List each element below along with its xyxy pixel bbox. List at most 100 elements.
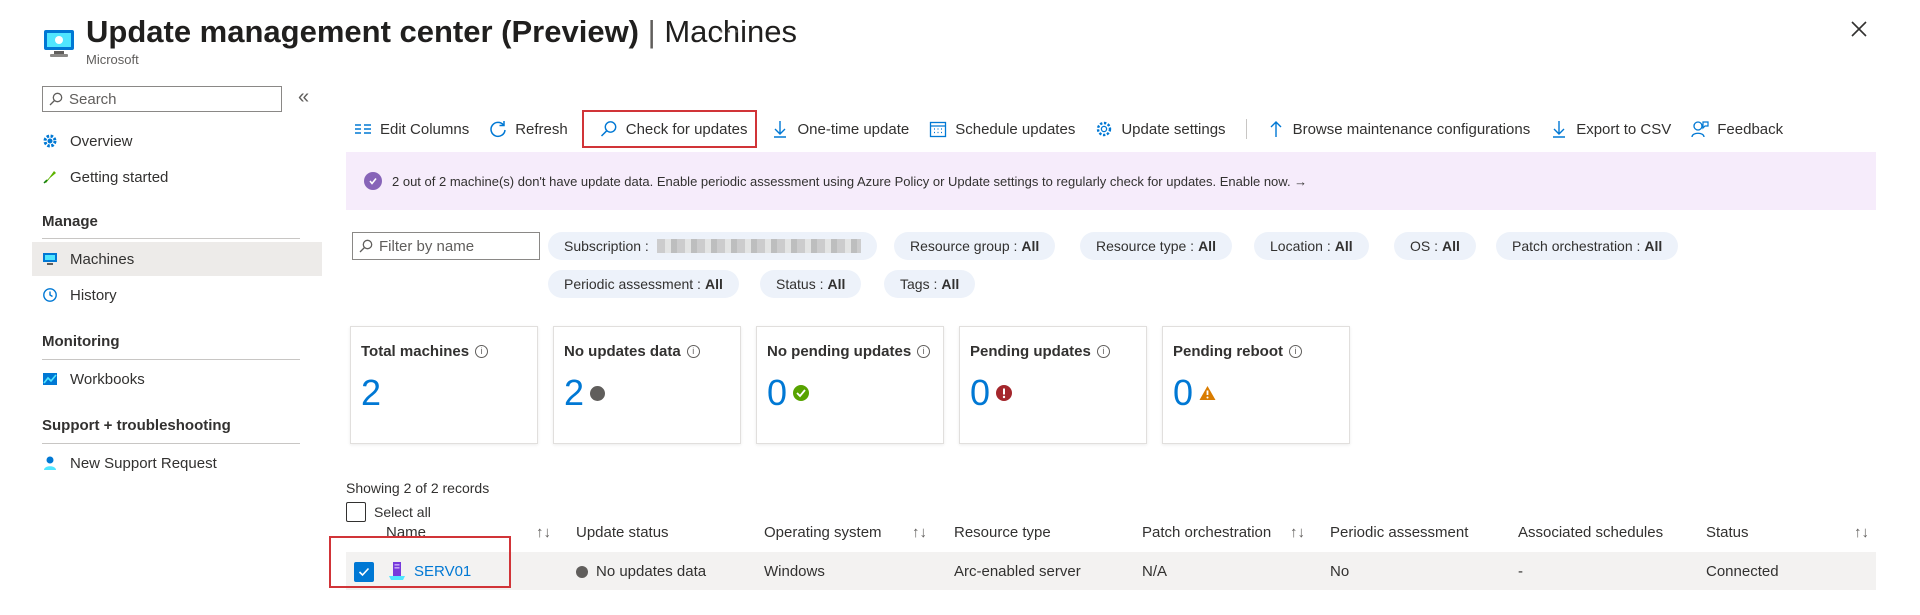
export-to-csv-button[interactable]: Export to CSV [1550,120,1671,138]
sidebar-section-support: Support + troubleshooting [42,417,231,434]
pill-value: All [1442,238,1460,254]
card-total-machines[interactable]: Total machines i 2 [350,326,538,444]
info-icon: i [475,345,489,358]
filter-placeholder: Filter by name [379,237,475,255]
card-no-pending-updates[interactable]: No pending updates i 0 [756,326,944,444]
one-time-update-label: One-time update [797,120,910,138]
service-title: Update management center (Preview) [86,14,640,49]
edit-columns-button[interactable]: Edit Columns [354,120,469,138]
filter-pill-patch-orchestration[interactable]: Patch orchestration : All [1496,232,1679,260]
info-icon: i [917,345,931,358]
browse-maintenance-configurations-button[interactable]: Browse maintenance configurations [1267,120,1530,138]
pill-label: Location : [1270,238,1331,254]
sidebar-item-workbooks[interactable]: Workbooks [32,362,322,396]
check-for-updates-button[interactable]: Check for updates [581,110,758,148]
feedback-person-icon [1691,121,1709,138]
redacted-subscription-value [656,239,861,253]
search-icon [600,121,617,137]
card-value: 0 [970,372,991,413]
rocket-icon [43,171,56,184]
card-value: 0 [1173,372,1194,413]
column-header-operating-system[interactable]: Operating system [764,524,882,541]
sidebar-item-label: Machines [70,250,135,268]
filter-pill-periodic-assessment[interactable]: Periodic assessment : All [548,270,739,298]
refresh-button[interactable]: Refresh [489,120,568,138]
sidebar-item-label: History [70,286,117,304]
pill-label: Patch orchestration : [1512,238,1641,254]
schedule-updates-button[interactable]: Schedule updates [929,120,1075,138]
sidebar-item-machines[interactable]: Machines [32,242,322,276]
arrow-up-icon [1270,121,1282,137]
info-banner[interactable]: 2 out of 2 machine(s) don't have update … [346,152,1876,210]
select-all-label: Select all [374,504,431,520]
filter-pill-os[interactable]: OS : All [1394,232,1476,260]
feedback-button[interactable]: Feedback [1691,120,1783,138]
title-separator: | [647,14,656,49]
card-pending-updates[interactable]: Pending updates i 0 [959,326,1147,444]
command-bar: Edit Columns Refresh Check for updates O… [354,110,1803,148]
sort-icon[interactable]: ↑↓ [536,524,551,541]
sidebar-item-new-support-request[interactable]: New Support Request [32,446,322,480]
pill-value: All [704,276,723,292]
update-settings-button[interactable]: Update settings [1095,120,1226,138]
filter-by-name-input[interactable]: Filter by name [352,232,540,260]
column-header-periodic-assessment[interactable]: Periodic assessment [1330,524,1468,541]
pill-label: Resource group : [910,238,1018,254]
filter-pill-resource-group[interactable]: Resource group : All [894,232,1056,260]
filter-pill-subscription[interactable]: Subscription : [548,232,877,260]
column-header-resource-type[interactable]: Resource type [954,524,1051,541]
filter-pill-tags[interactable]: Tags : All [884,270,976,298]
pill-label: Tags : [900,276,938,292]
pill-label: Subscription : [564,238,649,254]
column-header-associated-schedules[interactable]: Associated schedules [1518,524,1663,541]
refresh-icon [490,121,506,138]
pill-label: OS : [1410,238,1439,254]
clock-icon [43,288,57,302]
one-time-update-button[interactable]: One-time update [771,120,909,138]
workbook-icon [43,373,57,385]
search-icon [49,92,63,106]
pill-label: Periodic assessment : [564,276,701,292]
column-header-update-status[interactable]: Update status [576,524,669,541]
download-arrow-icon [774,121,787,138]
sidebar-item-history[interactable]: History [32,278,322,312]
filter-pill-location[interactable]: Location : All [1254,232,1369,260]
column-header-status[interactable]: Status [1706,524,1749,541]
card-pending-reboot[interactable]: Pending reboot i 0 [1162,326,1350,444]
pill-value: All [1198,238,1216,254]
sort-icon[interactable]: ↑↓ [1290,524,1305,541]
status-cell: Connected [1706,563,1779,580]
toolbar-divider [1245,119,1247,139]
sidebar-item-overview[interactable]: Overview [32,124,322,158]
update-center-icon [44,30,74,57]
column-header-patch-orchestration[interactable]: Patch orchestration [1142,524,1271,541]
divider [42,443,300,444]
checkbox[interactable] [346,502,366,522]
sidebar-item-label: Getting started [70,168,169,186]
filter-pill-resource-type[interactable]: Resource type : All [1080,232,1232,260]
update-status-cell: No updates data [576,563,706,580]
select-all-checkbox[interactable]: Select all [346,502,431,522]
card-no-updates-data[interactable]: No updates data i 2 [553,326,741,444]
os-cell: Windows [764,563,825,580]
card-title: Pending updates [970,343,1091,360]
sidebar-search-input[interactable]: Search [42,86,282,112]
update-status-text: No updates data [596,563,707,580]
sidebar-section-monitoring: Monitoring [42,333,120,350]
card-title: Total machines [361,343,470,360]
filter-pill-status[interactable]: Status : All [760,270,862,298]
periodic-assessment-cell: No [1330,563,1350,580]
card-title: No pending updates [767,343,912,360]
more-actions-button[interactable]: ··· [718,20,741,43]
sidebar-item-getting-started[interactable]: Getting started [32,160,322,194]
info-icon: i [1289,345,1302,358]
collapse-sidebar-button[interactable]: « [298,86,309,109]
search-icon [359,239,373,253]
columns-icon [355,124,371,134]
gear-icon [43,134,57,148]
sort-icon[interactable]: ↑↓ [1854,524,1869,541]
close-icon[interactable] [1848,18,1870,40]
refresh-label: Refresh [515,120,568,138]
sort-icon[interactable]: ↑↓ [912,524,927,541]
schedule-updates-label: Schedule updates [955,120,1076,138]
